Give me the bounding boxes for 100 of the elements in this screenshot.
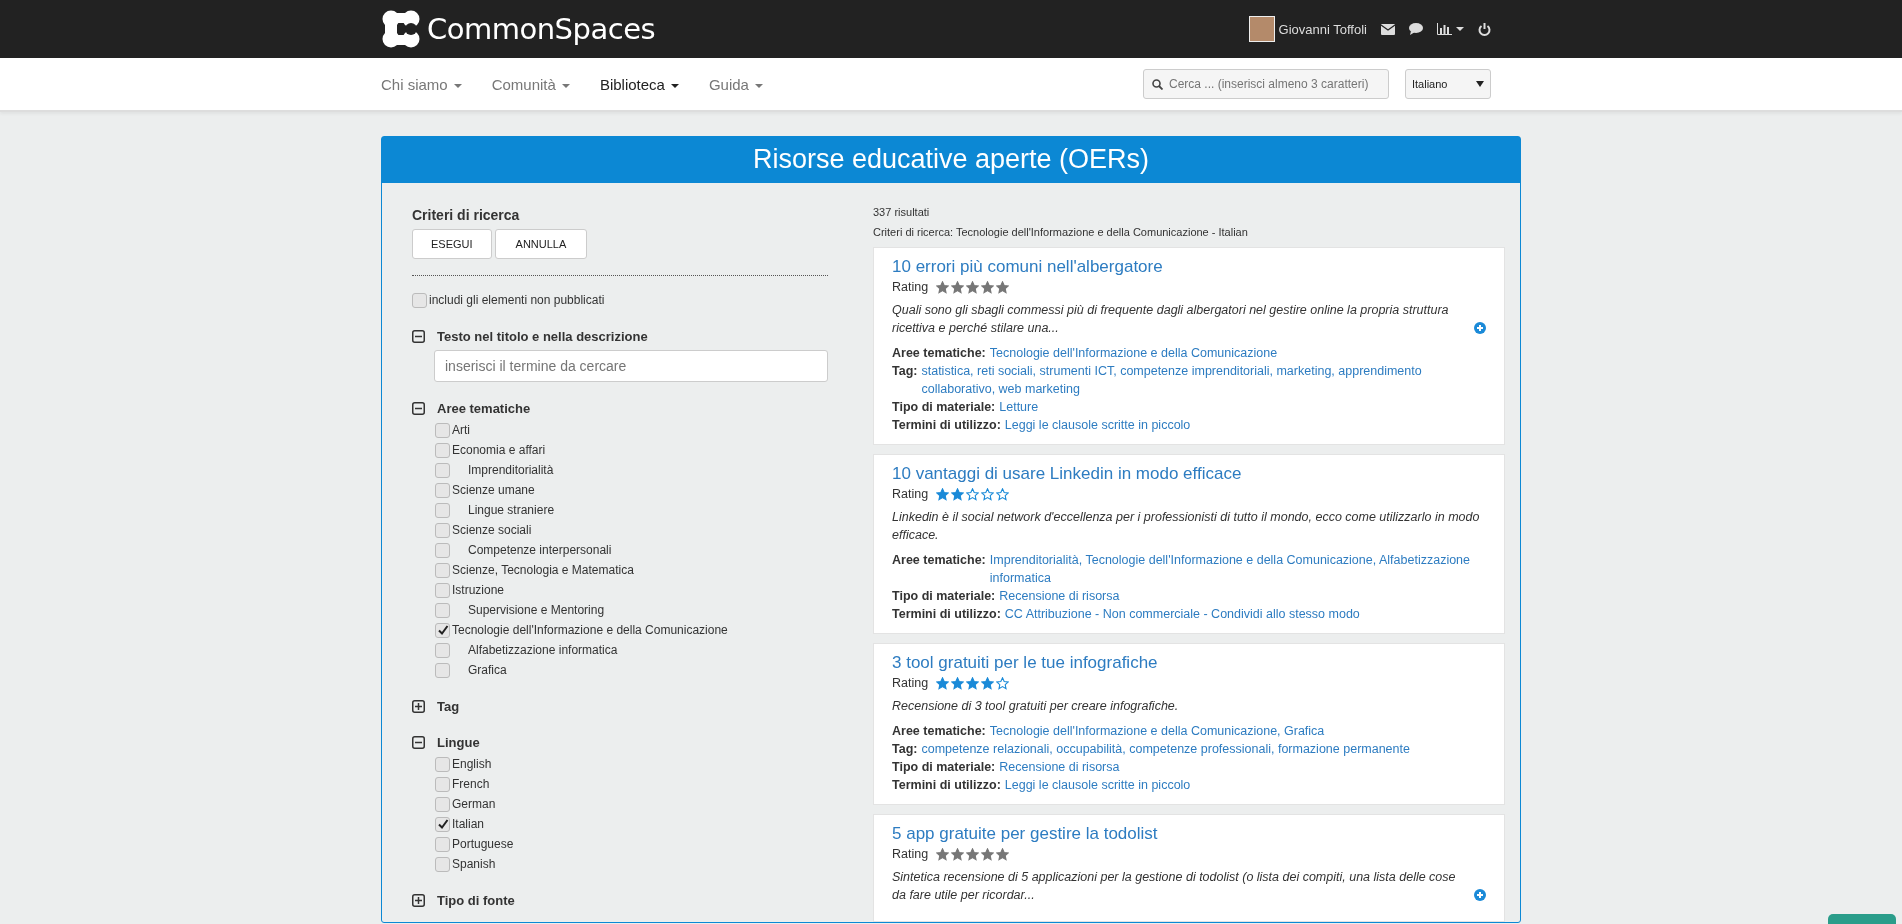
checkbox-label: Scienze, Tecnologia e Matematica [452,563,634,577]
checkbox-label: Arti [452,423,470,437]
checkbox[interactable] [435,816,450,832]
power-icon[interactable] [1478,22,1491,36]
metadata-link[interactable]: Leggi le clausole scritte in piccolo [1004,776,1191,794]
metadata-link[interactable]: Imprenditorialità, Tecnologie dell'Informazione e della Comunicazione, Alfabetizzazione informatica [989,551,1486,587]
filters-title: Criteri di ricerca [412,207,521,223]
checkbox-label: Scienze umane [452,483,535,497]
checkbox[interactable] [435,422,450,438]
checkbox[interactable] [435,776,450,792]
checkbox-label: English [452,757,492,771]
metadata-link[interactable]: Recensione di risorsa [999,758,1120,776]
checkbox[interactable] [435,502,450,518]
checkbox[interactable] [435,622,450,638]
filter-button[interactable]: ANNULLA [494,229,588,259]
nav-menu-item[interactable]: Guida [708,75,763,93]
nav-menu-item[interactable]: Chi siamo [381,75,462,93]
metadata-label: Tipo di materiale: [892,399,996,416]
result-title[interactable]: 3 tool gratuiti per le tue infografiche [892,653,1486,673]
checkbox[interactable] [435,756,450,772]
panel-title: Risorse educative aperte (OERs) [382,137,1520,183]
results-count: 337 risultati [873,206,931,218]
star-icon [966,676,980,690]
checkbox-label: Competenze interpersonali [467,543,612,557]
checkbox-label: Imprenditorialità [467,463,554,477]
star-icon [936,487,950,501]
user-name[interactable]: Giovanni Toffoli [1278,21,1367,37]
nav-menu-item[interactable]: Biblioteca [599,75,679,93]
filter-section-title[interactable]: Tag [437,698,460,714]
result-description: Sintetica recensione di 5 applicazioni per la gestione di todolist (o lista dei compiti, una lista delle cose da fare utile per ricordar... [892,869,1457,904]
checkbox[interactable] [435,662,450,678]
checkbox[interactable] [435,836,450,852]
filter-section-title[interactable]: Lingue [437,734,480,750]
collapse-icon[interactable] [412,329,425,343]
collapse-icon[interactable] [412,735,425,749]
search-term-field[interactable]: inserisci il termine da cercare [434,350,828,382]
metadata-label: Aree tematiche: [892,345,986,362]
expand-icon[interactable] [412,699,425,713]
metadata-label: Tag: [892,741,918,758]
filter-section-title[interactable]: Testo nel titolo e nella descrizione [437,328,648,344]
metadata-link[interactable]: Leggi le clausole scritte in piccolo [1004,416,1191,434]
rating-label: Rating [892,847,929,861]
checkbox[interactable] [435,462,450,478]
rating-label: Rating [892,487,929,501]
search-field[interactable]: Cerca ... (inserisci almeno 3 caratteri) [1143,69,1389,99]
checkbox[interactable] [435,642,450,658]
expand-icon[interactable] [412,893,425,907]
result-title[interactable]: 5 app gratuite per gestire la todolist [892,824,1486,844]
collapse-icon[interactable] [412,401,425,415]
metadata-label: Termini di utilizzo: [892,606,1001,623]
checkbox[interactable] [435,796,450,812]
star-icon [996,847,1010,861]
metadata-label: Aree tematiche: [892,723,986,740]
rating-label: Rating [892,676,929,690]
metadata-link[interactable]: competenze relazionali, occupabilità, competenze professionali, formazione permanente [921,740,1410,758]
chart-menu-button[interactable] [1437,23,1464,35]
star-icon [951,676,965,690]
result-title[interactable]: 10 errori più comuni nell'albergatore [892,257,1486,277]
star-icon [966,487,980,501]
metadata-link[interactable]: Tecnologie dell'Informazione e della Comunicazione [989,344,1278,362]
checkbox[interactable] [435,482,450,498]
star-icon [951,280,965,294]
plus-circle-icon[interactable] [1474,322,1486,334]
checkbox[interactable] [435,582,450,598]
star-icon [966,847,980,861]
metadata-link[interactable]: Recensione di risorsa [999,587,1120,605]
checkbox-label: Italian [452,817,485,831]
checkbox[interactable] [412,292,427,308]
metadata-link[interactable]: statistica, reti sociali, strumenti ICT, competenze imprenditoriali, marketing, apprendimento collaborativo, web marketing [921,362,1486,398]
checkbox-label: Supervisione e Mentoring [467,603,605,617]
checkbox[interactable] [435,542,450,558]
checkbox[interactable] [435,602,450,618]
envelope-icon[interactable] [1381,23,1395,35]
checkbox[interactable] [435,856,450,872]
filter-button[interactable]: ESEGUI [412,229,492,259]
checkbox-label: Tecnologie dell'Informazione e della Comunicazione [452,623,728,637]
avatar-placeholder[interactable] [1248,16,1275,42]
metadata-link[interactable]: Tecnologie dell'Informazione e della Comunicazione, Grafica [989,722,1325,740]
metadata-link[interactable]: Letture [999,398,1039,416]
checkbox-label: Istruzione [452,583,505,597]
checkbox-label: Portuguese [452,837,514,851]
site-name[interactable]: CommonSpaces [427,12,656,46]
result-title[interactable]: 10 vantaggi di usare Linkedin in modo efficace [892,464,1486,484]
metadata-label: Termini di utilizzo: [892,417,1001,434]
speech-bubble-icon[interactable] [1409,23,1423,35]
language-select[interactable]: Italiano [1405,69,1491,99]
metadata-label: Tipo di materiale: [892,588,996,605]
star-icon [996,280,1010,294]
checkbox[interactable] [435,562,450,578]
filter-section-title[interactable]: Aree tematiche [437,400,531,416]
nav-menu-item[interactable]: Comunità [491,75,570,93]
checkbox[interactable] [435,442,450,458]
result-description: Quali sono gli sbagli commessi più di frequente dagli albergatori nel gestire online la propria struttura ricettiva e perché stilare una... [892,302,1450,337]
star-icon [981,676,995,690]
metadata-link[interactable]: CC Attribuzione - Non commerciale - Condividi allo stesso modo [1004,605,1360,623]
plus-circle-icon[interactable] [1474,889,1486,901]
checkbox-label: German [452,797,496,811]
checkbox[interactable] [435,522,450,538]
filter-section-title[interactable]: Tipo di fonte [437,892,515,908]
checkbox-label: Spanish [452,857,496,871]
